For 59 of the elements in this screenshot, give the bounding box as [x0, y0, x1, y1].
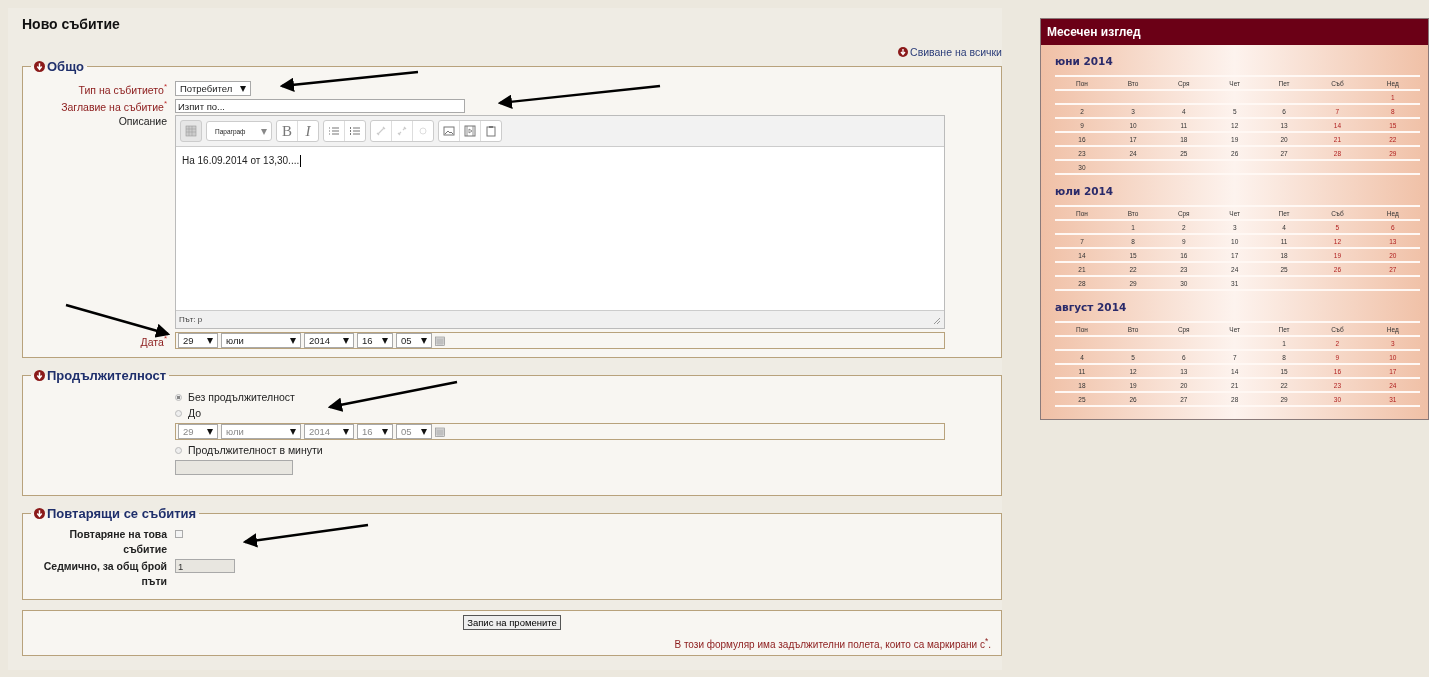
caret-icon — [343, 338, 349, 344]
collapse-icon — [34, 370, 45, 381]
radio-option[interactable]: Продължителност в минути — [175, 444, 323, 456]
caret-icon — [290, 429, 296, 435]
grid-icon — [185, 125, 197, 137]
required-fields-note: В този формуляр има задължителни полета, които са маркирани с$^{*}$. — [674, 636, 991, 651]
numbered-list-icon — [349, 125, 361, 137]
collapse-icon — [34, 508, 45, 519]
month-title[interactable]: август 2014 — [1055, 301, 1420, 317]
radio-option[interactable]: До — [175, 407, 202, 419]
title-input-field[interactable]: Изпит по... — [175, 99, 465, 113]
date-part-select[interactable]: 05 — [396, 333, 432, 348]
month-title[interactable]: юни 2014 — [1055, 55, 1420, 71]
event-type-select[interactable]: Потребител — [175, 81, 251, 96]
date-part-select[interactable]: юли — [221, 333, 301, 348]
caret-icon — [421, 429, 427, 435]
caret-icon — [240, 86, 246, 92]
save-button[interactable]: Запис на промените — [463, 615, 561, 630]
clipboard-icon — [485, 125, 497, 137]
collapse-icon — [898, 47, 909, 57]
field-label: Седмично, за общ брой пъти — [42, 559, 167, 589]
calendar-panel-header: Месечен изглед — [1041, 19, 1428, 45]
collapse-all-link[interactable]: Свиване на всички — [898, 45, 1002, 59]
toolbar-toggle-button[interactable] — [180, 120, 202, 142]
radio-option[interactable]: Без продължителност — [175, 391, 295, 403]
caret-icon — [421, 338, 427, 344]
description-text: На 16.09.2014 от 13,30.... — [182, 155, 300, 166]
italic-button[interactable]: I — [298, 121, 318, 141]
calendar-icon[interactable] — [435, 335, 445, 346]
bold-button[interactable]: B — [277, 121, 298, 141]
caret-icon — [290, 338, 296, 344]
field-label: Повтаряне на това събитие — [68, 527, 167, 557]
editor-path: Път: p — [179, 315, 203, 324]
circle-icon — [417, 125, 429, 137]
date-part-select[interactable]: 2014 — [304, 333, 354, 348]
section-legend[interactable]: Продължителност — [31, 368, 170, 383]
caret-icon — [207, 338, 213, 344]
caret-icon — [382, 338, 388, 344]
section-legend[interactable]: Повтарящи се събития — [31, 506, 200, 521]
field-label: Заглавие на събитие$^{*}$ — [60, 99, 167, 113]
film-icon — [464, 125, 476, 137]
broken-link-icon — [396, 125, 408, 137]
field-label: Описание — [117, 115, 167, 127]
list-icon — [328, 125, 340, 137]
section-legend[interactable]: Общо — [31, 59, 87, 74]
image-icon — [443, 125, 455, 137]
field-label: Тип на събитието$^{*}$ — [77, 81, 167, 96]
caret-icon — [343, 429, 349, 435]
date-part-select[interactable]: 29 — [178, 333, 218, 348]
caret-icon — [382, 429, 388, 435]
page-title: Ново събитие — [22, 16, 121, 34]
link-icon — [375, 125, 387, 137]
collapse-icon — [34, 61, 45, 72]
field-label: Дата$^{*}$ — [139, 333, 167, 348]
caret-icon — [261, 129, 267, 135]
repeat-checkbox[interactable] — [175, 530, 183, 538]
month-title[interactable]: юли 2014 — [1055, 185, 1420, 201]
caret-icon — [207, 429, 213, 435]
date-part-select[interactable]: 16 — [357, 333, 393, 348]
